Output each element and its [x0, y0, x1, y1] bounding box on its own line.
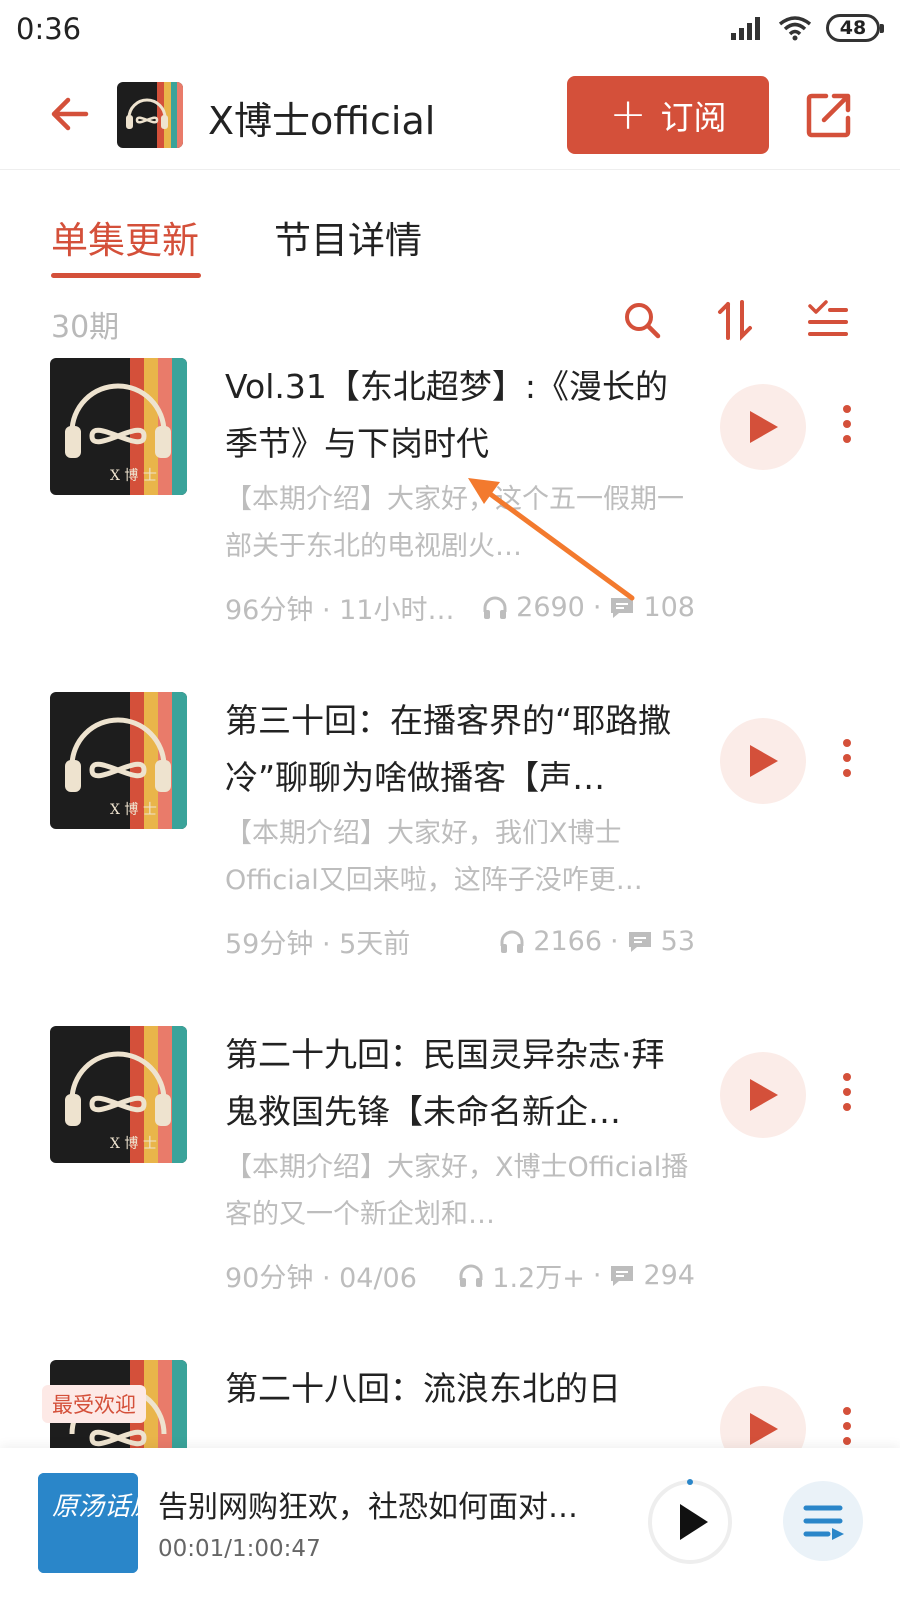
- play-count: 1.2万+: [492, 1263, 585, 1294]
- episode-duration: 59分钟 · 5天前: [225, 929, 411, 960]
- episode-duration: 90分钟 · 04/06: [225, 1263, 417, 1294]
- headphones-icon: [483, 596, 507, 619]
- signal-icon: [731, 17, 760, 40]
- tab-bar: 单集更新 节目详情: [0, 170, 900, 280]
- play-button[interactable]: [720, 1386, 806, 1448]
- headphones-icon: [500, 930, 524, 953]
- episode-meta: 90分钟 · 04/06 1.2万+ · 294: [225, 1256, 695, 1295]
- episode-cover: X 博 士: [50, 692, 187, 829]
- playlist-icon[interactable]: [780, 1478, 866, 1564]
- episode-item[interactable]: X 博 士 第三十回：在播客界的“耶路撒冷”聊聊为啥做播客【声… 【本期介绍】大…: [0, 692, 900, 1022]
- player-title: 告别网购狂欢，社恐如何面对…: [158, 1490, 578, 1525]
- status-bar: 0:36 48: [0, 0, 900, 62]
- comment-icon: [628, 931, 651, 952]
- player-cover[interactable]: 原汤话原食: [38, 1473, 138, 1573]
- episode-toolbar: 30期: [0, 290, 900, 354]
- plus-icon: +: [609, 89, 647, 140]
- play-icon: [750, 1413, 778, 1445]
- episode-title: 第二十九回：民国灵异杂志·拜鬼救国先锋【未命名新企…: [225, 1035, 665, 1131]
- player-time: 00:01/1:00:47: [158, 1536, 321, 1562]
- mini-player[interactable]: 原汤话原食 告别网购狂欢，社恐如何面对… 00:01/1:00:47: [0, 1448, 900, 1600]
- episode-item[interactable]: X 博 士 第二十九回：民国灵异杂志·拜鬼救国先锋【未命名新企… 【本期介绍】大…: [0, 1026, 900, 1356]
- filter-list-icon[interactable]: [806, 298, 850, 342]
- episode-stats: 2690 · 108: [482, 592, 695, 623]
- wifi-icon: [778, 16, 812, 41]
- player-play-icon[interactable]: [646, 1478, 734, 1566]
- status-time: 0:36: [16, 12, 82, 46]
- meta-separator: ·: [610, 926, 619, 957]
- play-button[interactable]: [720, 718, 806, 804]
- svg-text:X 博 士: X 博 士: [110, 1135, 157, 1152]
- subscribe-button[interactable]: + 订阅: [567, 76, 769, 154]
- episode-duration: 96分钟 · 11小时…: [225, 595, 455, 626]
- comment-count: 294: [643, 1260, 695, 1291]
- play-count: 2690: [516, 592, 585, 623]
- episode-meta: 96分钟 · 11小时… 2690 · 108: [225, 588, 695, 627]
- search-icon[interactable]: [620, 298, 664, 342]
- episode-description: 【本期介绍】大家好，X博士Official播客的又一个新企划和…: [225, 1152, 689, 1230]
- play-icon: [750, 411, 778, 443]
- subscribe-label: 订阅: [660, 98, 727, 137]
- headphones-icon: [459, 1264, 483, 1287]
- episode-title: 第三十回：在播客界的“耶路撒冷”聊聊为啥做播客【声…: [225, 701, 672, 797]
- tab-details[interactable]: 节目详情: [274, 210, 422, 264]
- podcast-name: X博士official: [208, 99, 436, 143]
- episode-meta: 59分钟 · 5天前 2166 · 53: [225, 922, 695, 961]
- more-options-icon[interactable]: [832, 402, 862, 450]
- sort-icon[interactable]: [714, 298, 758, 342]
- episode-count: 30期: [51, 310, 120, 345]
- more-options-icon[interactable]: [832, 1070, 862, 1118]
- podcast-thumbnail[interactable]: [117, 82, 183, 148]
- battery-level: 48: [839, 17, 867, 39]
- episode-stats: 1.2万+ · 294: [458, 1256, 695, 1295]
- meta-separator: ·: [592, 1260, 602, 1291]
- most-popular-badge: 最受欢迎: [42, 1385, 146, 1423]
- play-icon: [750, 745, 778, 777]
- back-arrow-icon[interactable]: [46, 90, 94, 138]
- header: X博士official + 订阅: [0, 62, 900, 170]
- play-button[interactable]: [720, 1052, 806, 1138]
- episode-stats: 2166 · 53: [499, 926, 695, 957]
- comment-icon: [611, 1265, 634, 1286]
- episode-item[interactable]: X 博 士 Vol.31【东北超梦】:《漫长的季节》与下岗时代 【本期介绍】大家…: [0, 358, 900, 688]
- player-cover-title: 原汤话原食: [52, 1492, 138, 1522]
- svg-text:X 博 士: X 博 士: [110, 467, 157, 484]
- tab-episodes[interactable]: 单集更新: [51, 210, 201, 278]
- episode-cover: X 博 士: [50, 358, 187, 495]
- meta-separator: ·: [592, 592, 602, 623]
- status-icons: 48: [730, 14, 884, 42]
- episode-cover: X 博 士: [50, 1026, 187, 1163]
- play-icon: [750, 1079, 778, 1111]
- episode-title: 第二十八回：流浪东北的日: [225, 1369, 621, 1408]
- comment-count: 53: [660, 926, 695, 957]
- comment-icon: [611, 597, 634, 618]
- play-count: 2166: [533, 926, 603, 957]
- svg-text:X 博 士: X 博 士: [110, 801, 157, 818]
- battery-icon: 48: [826, 14, 884, 42]
- more-options-icon[interactable]: [832, 736, 862, 784]
- episode-title: Vol.31【东北超梦】:《漫长的季节》与下岗时代: [225, 367, 668, 463]
- more-options-icon[interactable]: [832, 1404, 862, 1448]
- share-icon[interactable]: [804, 90, 854, 140]
- play-button[interactable]: [720, 384, 806, 470]
- episode-description: 【本期介绍】大家好，我们X博士Official又回来啦，这阵子没咋更…: [225, 818, 643, 896]
- comment-count: 108: [643, 592, 695, 623]
- episode-description: 【本期介绍】大家好，这个五一假期一部关于东北的电视剧火…: [225, 484, 684, 562]
